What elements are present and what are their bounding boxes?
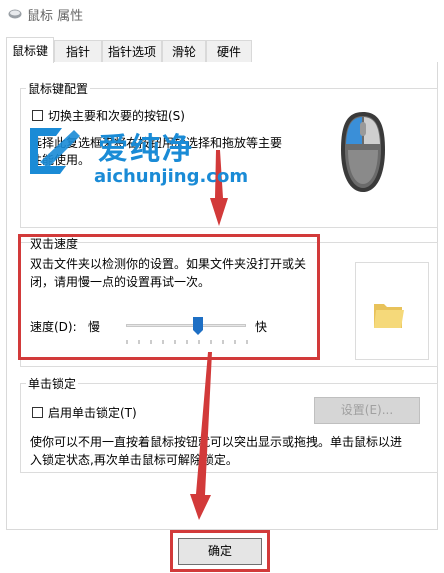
annotation-arrows	[190, 150, 228, 520]
watermark-logo-icon	[30, 128, 80, 174]
watermark-logo	[22, 122, 92, 180]
tab-mouse-buttons[interactable]: 鼠标键	[6, 37, 54, 63]
tab-label: 鼠标键	[11, 44, 48, 58]
watermark-brand: 爱纯净	[98, 132, 194, 167]
arrow-down-icon	[190, 352, 212, 520]
arrow-down-icon	[210, 150, 228, 226]
watermark-url: aichunjing.com	[94, 166, 249, 187]
